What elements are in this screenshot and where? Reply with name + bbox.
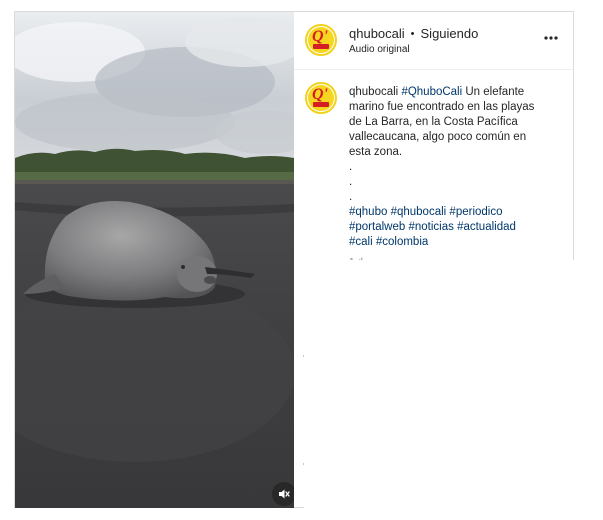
mute-button[interactable] bbox=[272, 482, 294, 506]
panel-border bbox=[573, 12, 574, 260]
divider-mark bbox=[303, 355, 304, 357]
hashtag-link[interactable]: #colombia bbox=[376, 236, 428, 248]
more-horizontal-icon bbox=[544, 36, 558, 40]
post-video[interactable] bbox=[15, 12, 294, 508]
hashtag-link[interactable]: #periodico bbox=[449, 206, 502, 218]
hashtag-link[interactable]: #noticias bbox=[408, 221, 453, 233]
header-username[interactable]: qhubocali bbox=[349, 26, 405, 41]
caption-mention[interactable]: #QhuboCali bbox=[401, 86, 462, 98]
post-caption: qhubocali #QhuboCali Un elefante marino … bbox=[349, 85, 549, 250]
caption-avatar[interactable]: Q' bbox=[305, 82, 337, 114]
qhubo-logo-icon: Q' bbox=[308, 27, 334, 53]
avatar[interactable]: Q' bbox=[305, 24, 337, 56]
follow-status-button[interactable]: Siguiendo bbox=[421, 26, 479, 41]
qhubo-logo-icon: Q' bbox=[308, 85, 334, 111]
hashtag-link[interactable]: #portalweb bbox=[349, 221, 405, 233]
hashtag-link[interactable]: #qhubo bbox=[349, 206, 387, 218]
hashtag-link[interactable]: #actualidad bbox=[457, 221, 516, 233]
hashtag-link[interactable]: #cali bbox=[349, 236, 373, 248]
header-user-line: qhubocali • Siguiendo bbox=[349, 26, 478, 41]
audio-label[interactable]: Audio original bbox=[349, 44, 410, 55]
blank-area bbox=[304, 260, 603, 520]
post-details-panel: Q' qhubocali • Siguiendo Audio original Q'… bbox=[294, 12, 573, 260]
speaker-muted-icon bbox=[279, 489, 290, 499]
post-header: Q' qhubocali • Siguiendo Audio original bbox=[294, 12, 573, 70]
caption-username[interactable]: qhubocali bbox=[349, 86, 398, 98]
video-frame-image bbox=[15, 12, 294, 508]
divider-mark bbox=[303, 463, 304, 465]
more-options-button[interactable] bbox=[542, 29, 560, 47]
hashtag-link[interactable]: #qhubocali bbox=[391, 206, 447, 218]
separator-dot: • bbox=[410, 28, 415, 40]
caption-dot: . bbox=[349, 176, 353, 188]
caption-dot: . bbox=[349, 161, 353, 173]
caption-dot: . bbox=[349, 191, 353, 203]
